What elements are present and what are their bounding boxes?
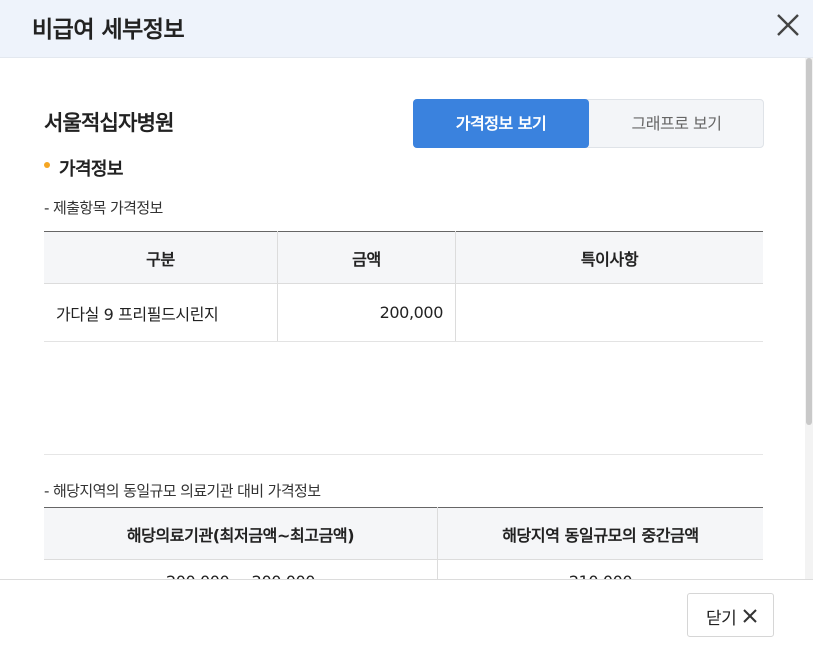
column-header: 해당의료기관(최저금액~최고금액) <box>44 507 438 560</box>
regional-price-table: 해당의료기관(최저금액~최고금액) 해당지역 동일규모의 중간금액 200,00… <box>44 507 763 579</box>
modal-footer: 닫기 <box>0 579 813 652</box>
close-icon <box>743 609 757 623</box>
close-button[interactable]: 닫기 <box>687 593 774 637</box>
range-cell: 200,000 ~ 200,000 <box>44 560 438 579</box>
regional-subtitle: - 해당지역의 동일규모 의료기관 대비 가격정보 <box>44 482 321 500</box>
note-cell <box>455 283 763 342</box>
table-row: 200,000 ~ 200,000 210,000 <box>44 559 763 579</box>
hospital-name: 서울적십자병원 <box>44 111 174 135</box>
table-row: 가다실 9 프리필드시린지 200,000 <box>44 283 763 342</box>
divider <box>44 454 763 455</box>
modal-body: 서울적십자병원 가격정보 보기 그래프로 보기 가격정보 - 제출항목 가격정보… <box>0 58 805 579</box>
non-covered-detail-modal: 비급여 세부정보 서울적십자병원 가격정보 보기 그래프로 보기 가격정보 - … <box>0 0 813 652</box>
median-cell: 210,000 <box>437 559 763 579</box>
close-button-label: 닫기 <box>706 609 737 629</box>
section-title: 가격정보 <box>59 159 123 180</box>
table-header-row: 구분 금액 특이사항 <box>44 231 763 284</box>
column-header: 구분 <box>44 231 278 284</box>
graph-view-button[interactable]: 그래프로 보기 <box>590 100 763 147</box>
item-name-cell: 가다실 9 프리필드시린지 <box>44 283 278 342</box>
section-bullet-icon <box>44 162 50 168</box>
column-header: 해당지역 동일규모의 중간금액 <box>437 507 763 560</box>
amount-cell: 200,000 <box>277 283 456 342</box>
modal-title: 비급여 세부정보 <box>32 17 185 43</box>
submitted-price-table: 구분 금액 특이사항 가다실 9 프리필드시린지 200,000 <box>44 231 763 342</box>
price-view-button[interactable]: 가격정보 보기 <box>413 99 589 148</box>
close-icon[interactable] <box>775 11 801 39</box>
column-header: 금액 <box>277 231 456 284</box>
table-header-row: 해당의료기관(최저금액~최고금액) 해당지역 동일규모의 중간금액 <box>44 507 763 560</box>
scrollbar[interactable] <box>805 58 813 579</box>
view-toggle: 가격정보 보기 그래프로 보기 <box>413 99 764 148</box>
column-header: 특이사항 <box>455 231 763 284</box>
submitted-subtitle: - 제출항목 가격정보 <box>44 199 163 217</box>
scrollbar-thumb[interactable] <box>806 58 812 425</box>
modal-header: 비급여 세부정보 <box>0 0 813 58</box>
